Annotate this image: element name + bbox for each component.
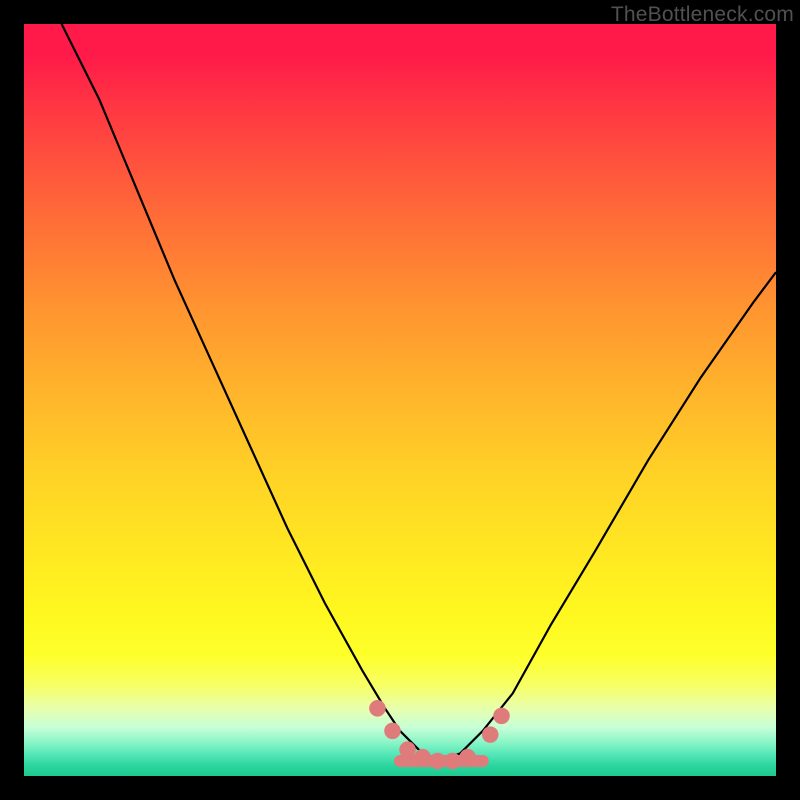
highlight-marker: [482, 726, 499, 743]
outer-frame: TheBottleneck.com: [0, 0, 800, 800]
highlight-marker: [414, 749, 431, 766]
highlight-marker: [399, 741, 416, 758]
chart-svg: [24, 24, 776, 776]
plot-area: [24, 24, 776, 776]
highlight-marker: [493, 708, 510, 725]
highlight-marker: [384, 723, 401, 740]
marker-group: [369, 700, 510, 769]
highlight-marker: [429, 753, 446, 770]
highlight-marker: [444, 753, 461, 770]
right-curve: [438, 272, 776, 761]
highlight-marker: [369, 700, 386, 717]
highlight-marker: [459, 749, 476, 766]
left-curve: [62, 24, 438, 761]
